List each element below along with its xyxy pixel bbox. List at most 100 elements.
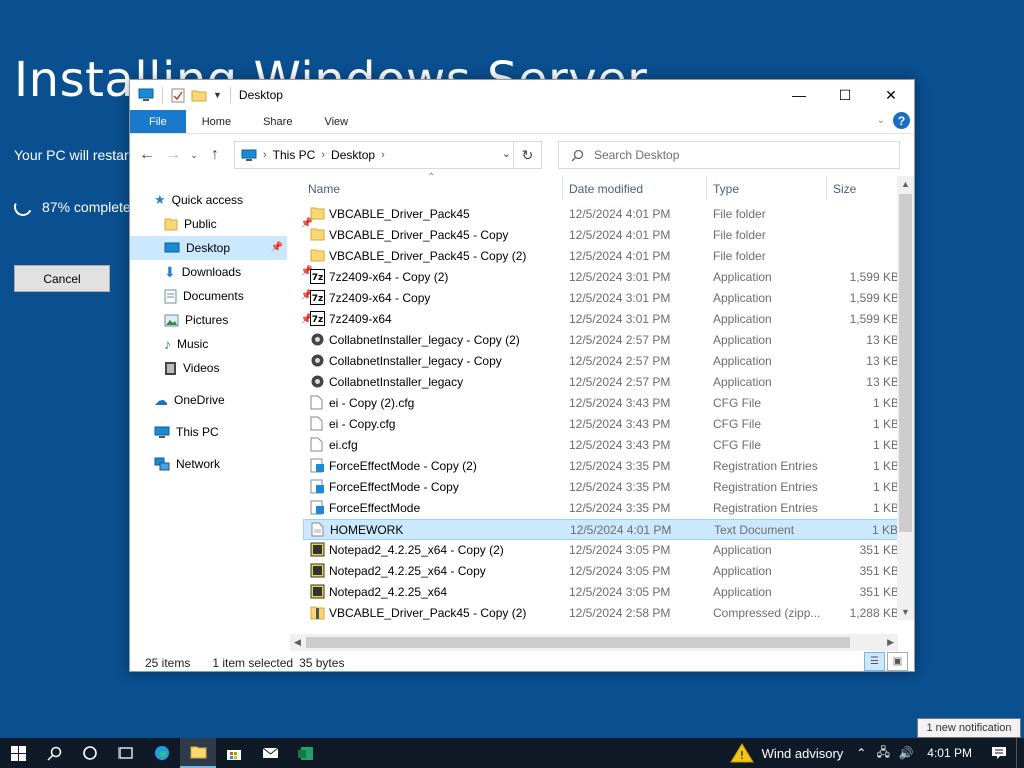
action-center-icon[interactable]: [982, 738, 1016, 768]
scroll-down-icon[interactable]: ▼: [901, 607, 910, 617]
show-desktop-button[interactable]: [1016, 738, 1024, 768]
breadcrumb-this-pc[interactable]: This PC: [273, 148, 316, 162]
file-row[interactable]: VBCABLE_Driver_Pack45 - Copy (2) 12/5/202…: [303, 603, 899, 624]
maximize-button[interactable]: ☐: [822, 80, 868, 110]
tab-share[interactable]: Share: [247, 110, 308, 133]
file-explorer-taskbar-icon[interactable]: [180, 738, 216, 768]
nav-network[interactable]: Network: [154, 452, 220, 476]
close-button[interactable]: ✕: [868, 80, 914, 110]
file-name: CollabnetInstaller_legacy - Copy (2): [329, 333, 520, 347]
column-type[interactable]: Type: [713, 182, 739, 196]
file-type: Registration Entries: [713, 501, 818, 515]
nav-this-pc[interactable]: This PC: [154, 420, 219, 444]
7z-icon: 7z: [310, 269, 325, 285]
new-folder-icon[interactable]: [191, 88, 207, 102]
edge-browser-icon[interactable]: [144, 738, 180, 768]
file-row[interactable]: ForceEffectMode 12/5/2024 3:35 PM Registra…: [303, 498, 899, 519]
file-row[interactable]: CollabnetInstaller_legacy - Copy (2) 12/5…: [303, 330, 899, 351]
file-row[interactable]: Notepad2_4.2.25_x64 - Copy 12/5/2024 3:05…: [303, 561, 899, 582]
file-row[interactable]: HOMEWORK 12/5/2024 4:01 PM Text Document 1 …: [303, 519, 899, 540]
download-icon: ⬇: [164, 263, 176, 280]
file-type: Application: [713, 312, 772, 326]
address-bar[interactable]: › This PC › Desktop › ⌄ ↻: [234, 141, 542, 169]
network-tray-icon[interactable]: 🖧: [871, 743, 895, 764]
clock[interactable]: 4:01 PM: [917, 746, 982, 760]
start-button[interactable]: [0, 738, 36, 768]
vertical-scroll-thumb[interactable]: [899, 194, 912, 532]
file-row[interactable]: CollabnetInstaller_legacy 12/5/2024 2:57 …: [303, 372, 899, 393]
up-button[interactable]: ↑: [204, 144, 226, 166]
volume-icon[interactable]: 🔊: [895, 746, 917, 760]
nav-item-documents[interactable]: Documents 📌: [164, 284, 321, 308]
np-icon: [310, 563, 325, 579]
minimize-button[interactable]: —: [776, 80, 822, 110]
column-size[interactable]: Size: [833, 182, 856, 196]
help-icon[interactable]: ?: [893, 112, 910, 129]
column-date[interactable]: Date modified: [569, 182, 643, 196]
scroll-right-icon[interactable]: ▶: [887, 637, 894, 648]
spinner-icon: [11, 195, 35, 219]
file-row[interactable]: Notepad2_4.2.25_x64 - Copy (2) 12/5/2024 …: [303, 540, 899, 561]
file-row[interactable]: Notepad2_4.2.25_x64 12/5/2024 3:05 PM Appl…: [303, 582, 899, 603]
expand-ribbon-icon[interactable]: ⌄: [877, 115, 885, 126]
file-type: Application: [713, 543, 772, 557]
file-date: 12/5/2024 3:43 PM: [569, 438, 671, 452]
column-name[interactable]: Name: [308, 182, 340, 196]
search-box[interactable]: Search Desktop: [558, 141, 900, 169]
tab-view[interactable]: View: [308, 110, 364, 133]
qa-dropdown-icon[interactable]: ▼: [213, 90, 222, 100]
mail-icon[interactable]: [252, 738, 288, 768]
search-taskbar-icon[interactable]: [36, 738, 72, 768]
tab-home[interactable]: Home: [186, 110, 247, 133]
pin-icon[interactable]: 📌: [271, 242, 283, 253]
file-row[interactable]: VBCABLE_Driver_Pack45 - Copy 12/5/2024 4:…: [303, 225, 899, 246]
nav-quick-access[interactable]: ★ Quick access: [154, 188, 243, 212]
file-row[interactable]: ei.cfg 12/5/2024 3:43 PM CFG File 1 KB: [303, 435, 899, 456]
nav-item-public[interactable]: Public 📌: [164, 212, 321, 236]
file-row[interactable]: ForceEffectMode - Copy (2) 12/5/2024 3:35…: [303, 456, 899, 477]
file-date: 12/5/2024 3:35 PM: [569, 501, 671, 515]
recent-locations-icon[interactable]: ⌄: [188, 144, 200, 166]
properties-icon[interactable]: [171, 88, 185, 103]
file-type: Application: [713, 375, 772, 389]
scroll-left-icon[interactable]: ◀: [294, 637, 301, 648]
tab-file[interactable]: File: [130, 110, 186, 133]
file-row[interactable]: ei - Copy.cfg 12/5/2024 3:43 PM CFG File 1 …: [303, 414, 899, 435]
cortana-icon[interactable]: [72, 738, 108, 768]
file-name: VBCABLE_Driver_Pack45 - Copy: [329, 228, 509, 242]
nav-item-videos[interactable]: Videos: [164, 356, 219, 380]
breadcrumb-desktop[interactable]: Desktop: [331, 148, 375, 162]
address-dropdown-icon[interactable]: ⌄: [502, 147, 511, 160]
vertical-scrollbar[interactable]: ▲ ▼: [897, 176, 914, 620]
horizontal-scrollbar[interactable]: ◀ ▶: [290, 634, 898, 651]
file-row[interactable]: 7z 7z2409-x64 - Copy (2) 12/5/2024 3:01 PM…: [303, 267, 899, 288]
file-row[interactable]: VBCABLE_Driver_Pack45 - Copy (2) 12/5/202…: [303, 246, 899, 267]
nav-item-downloads[interactable]: ⬇ Downloads 📌: [164, 260, 321, 284]
large-icons-view-icon[interactable]: ▣: [887, 652, 908, 671]
file-type: CFG File: [713, 396, 761, 410]
details-view-icon[interactable]: ☰: [864, 652, 885, 671]
nav-item-pictures[interactable]: Pictures 📌: [164, 308, 321, 332]
excel-icon[interactable]: [288, 738, 324, 768]
nav-onedrive[interactable]: ☁ OneDrive: [154, 388, 225, 412]
scroll-up-icon[interactable]: ▲: [901, 179, 910, 189]
file-row[interactable]: 7z 7z2409-x64 12/5/2024 3:01 PM Application…: [303, 309, 899, 330]
file-row[interactable]: CollabnetInstaller_legacy - Copy 12/5/202…: [303, 351, 899, 372]
file-row[interactable]: VBCABLE_Driver_Pack45 12/5/2024 4:01 PM Fi…: [303, 204, 899, 225]
file-row[interactable]: ForceEffectMode - Copy 12/5/2024 3:35 PM R…: [303, 477, 899, 498]
file-row[interactable]: ei - Copy (2).cfg 12/5/2024 3:43 PM CFG Fi…: [303, 393, 899, 414]
back-button[interactable]: ←: [136, 144, 158, 166]
horizontal-scroll-thumb[interactable]: [306, 637, 850, 648]
store-icon[interactable]: [216, 738, 252, 768]
search-input[interactable]: Search Desktop: [594, 148, 679, 162]
show-hidden-icons-icon[interactable]: ⌃: [851, 746, 871, 760]
weather-widget[interactable]: ! Wind advisory: [722, 743, 852, 763]
task-view-icon[interactable]: [108, 738, 144, 768]
nav-item-desktop[interactable]: Desktop 📌: [130, 236, 287, 260]
file-row[interactable]: 7z 7z2409-x64 - Copy 12/5/2024 3:01 PM Appl…: [303, 288, 899, 309]
file-size: 1 KB: [872, 480, 899, 494]
forward-button[interactable]: →: [162, 144, 184, 166]
refresh-icon[interactable]: ↻: [513, 142, 541, 168]
nav-item-music[interactable]: ♪ Music: [164, 332, 208, 356]
installer-cancel-button[interactable]: Cancel: [14, 265, 110, 292]
